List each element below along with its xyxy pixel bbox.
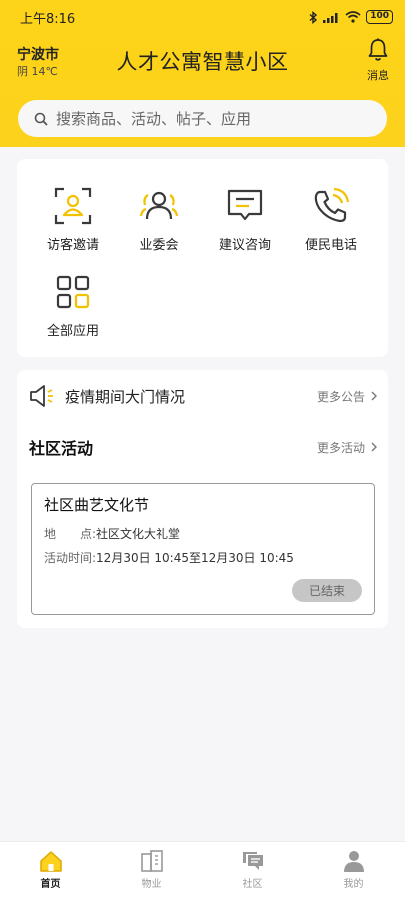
bottom-tab-bar: 首页 物业 社区 我的 <box>0 841 405 900</box>
tab-label: 首页 <box>40 879 61 890</box>
building-icon <box>140 850 163 872</box>
person-icon <box>343 851 364 872</box>
app-label: 建议咨询 <box>218 238 271 253</box>
tab-community[interactable]: 社区 <box>202 850 303 890</box>
event-card[interactable]: 社区曲艺文化节 地 点:社区文化大礼堂 活动时间:12月30日 10:45至12… <box>31 483 375 615</box>
event-time-value: 12月30日 10:45至12月30日 10:45 <box>96 551 294 565</box>
bell-icon <box>368 38 388 61</box>
bluetooth-icon <box>309 10 318 24</box>
app-suggestion[interactable]: 建议咨询 <box>199 186 291 253</box>
home-icon <box>39 851 62 872</box>
visitor-invite-icon <box>54 187 92 225</box>
event-location: 地 点:社区文化大礼堂 <box>44 525 362 542</box>
messages-label: 消息 <box>367 69 389 82</box>
all-apps-icon <box>56 275 90 309</box>
megaphone-icon <box>30 385 53 407</box>
tab-home[interactable]: 首页 <box>0 850 101 890</box>
more-activities-label: 更多活动 <box>316 440 365 455</box>
search-placeholder: 搜索商品、活动、帖子、应用 <box>56 110 252 128</box>
event-time-label: 活动时间: <box>44 551 97 565</box>
wifi-icon <box>345 11 361 23</box>
app-all[interactable]: 全部应用 <box>27 272 119 339</box>
activities-title-text: 社区活动 <box>29 439 94 458</box>
signal-icon <box>323 12 338 23</box>
tab-label: 我的 <box>343 879 364 890</box>
tab-property[interactable]: 物业 <box>101 850 202 890</box>
more-notices-label: 更多公告 <box>316 389 365 404</box>
battery-indicator: 100 <box>366 10 393 24</box>
tab-label: 社区 <box>242 879 263 890</box>
notice-text: 疫情期间大门情况 <box>65 387 186 406</box>
chat-bubbles-icon <box>242 852 263 870</box>
status-bar: 上午8:16 100 <box>0 0 405 34</box>
app-label: 全部应用 <box>46 324 99 339</box>
app-visitor-invite[interactable]: 访客邀请 <box>27 186 119 253</box>
app-phone[interactable]: 便民电话 <box>285 186 377 253</box>
app-grid: 访客邀请 业委会 建议咨询 便民电话 全部应用 <box>17 159 388 357</box>
search-icon <box>34 112 48 126</box>
notice-bar[interactable]: 疫情期间大门情况 更多公告 <box>29 384 377 408</box>
event-title: 社区曲艺文化节 <box>44 496 150 514</box>
search-bar[interactable]: 搜索商品、活动、帖子、应用 <box>18 100 387 137</box>
page-title: 人才公寓智慧小区 <box>116 50 289 74</box>
app-label: 便民电话 <box>304 238 357 253</box>
chevron-right-icon <box>371 391 377 401</box>
app-committee[interactable]: 业委会 <box>113 186 205 253</box>
tab-label: 物业 <box>141 879 162 890</box>
event-location-label: 地 点: <box>44 527 97 541</box>
event-location-value: 社区文化大礼堂 <box>96 527 181 541</box>
app-label: 访客邀请 <box>46 238 99 253</box>
content-card: 疫情期间大门情况 更多公告 社区活动 更多活动 社区曲艺文化节 地 点:社区文化… <box>17 370 388 628</box>
activities-header: 社区活动 更多活动 <box>29 434 377 461</box>
committee-icon <box>139 191 179 220</box>
more-activities-link[interactable]: 更多活动 <box>317 439 377 456</box>
status-time: 上午8:16 <box>20 11 76 27</box>
messages-button[interactable]: 消息 <box>363 38 393 83</box>
app-label: 业委会 <box>139 238 179 253</box>
suggestion-icon <box>227 189 263 221</box>
more-notices-link[interactable]: 更多公告 <box>317 388 377 405</box>
status-icons: 100 <box>309 10 393 24</box>
tab-profile[interactable]: 我的 <box>303 850 404 890</box>
phone-icon <box>314 187 350 223</box>
chevron-right-icon <box>371 442 377 452</box>
activities-title: 社区活动 <box>29 435 97 461</box>
event-status-badge: 已结束 <box>292 579 362 602</box>
event-time: 活动时间:12月30日 10:45至12月30日 10:45 <box>44 549 362 566</box>
